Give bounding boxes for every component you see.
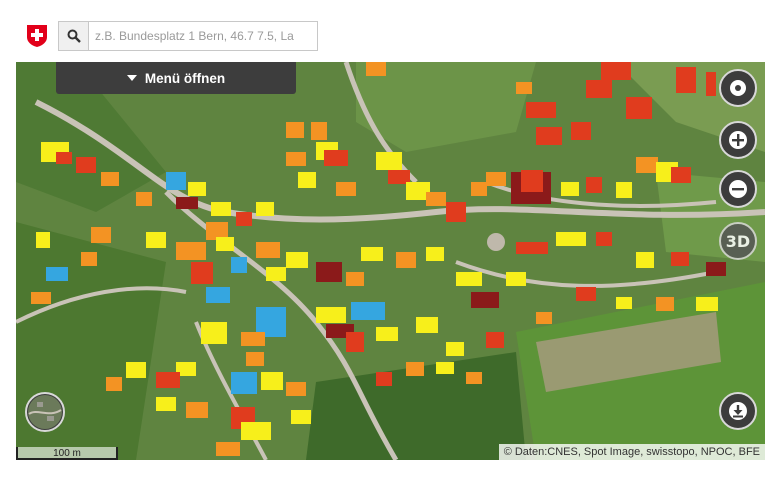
- zoom-in-icon: [729, 131, 747, 149]
- search-icon: [67, 29, 81, 43]
- zoom-in-button[interactable]: [719, 121, 757, 159]
- menu-toggle-button[interactable]: Menü öffnen: [56, 62, 296, 94]
- caret-down-icon: [126, 75, 137, 81]
- background-layer-icon: [28, 395, 62, 429]
- header: [0, 0, 778, 62]
- print-button[interactable]: [719, 392, 757, 430]
- zoom-out-icon: [729, 180, 747, 198]
- search-input[interactable]: [89, 23, 317, 49]
- print-icon: [729, 402, 747, 420]
- locate-button[interactable]: [719, 69, 757, 107]
- 3d-button[interactable]: 3D: [719, 222, 757, 260]
- menu-label: Menü öffnen: [144, 70, 226, 86]
- locate-icon: [730, 80, 746, 96]
- swiss-cross-icon[interactable]: [26, 24, 48, 48]
- background-layer-button[interactable]: [25, 392, 65, 432]
- scale-bar: 100 m: [16, 447, 118, 460]
- 3d-icon: 3D: [725, 231, 751, 251]
- search-button[interactable]: [59, 22, 89, 50]
- aerial-imagery: [16, 62, 765, 460]
- map-attribution: © Daten:CNES, Spot Image, swisstopo, NPO…: [498, 444, 765, 460]
- search-box: [58, 21, 318, 51]
- map-view[interactable]: Menü öffnen 3D © Daten:CNES, Spot Image,…: [16, 62, 765, 460]
- zoom-out-button[interactable]: [719, 170, 757, 208]
